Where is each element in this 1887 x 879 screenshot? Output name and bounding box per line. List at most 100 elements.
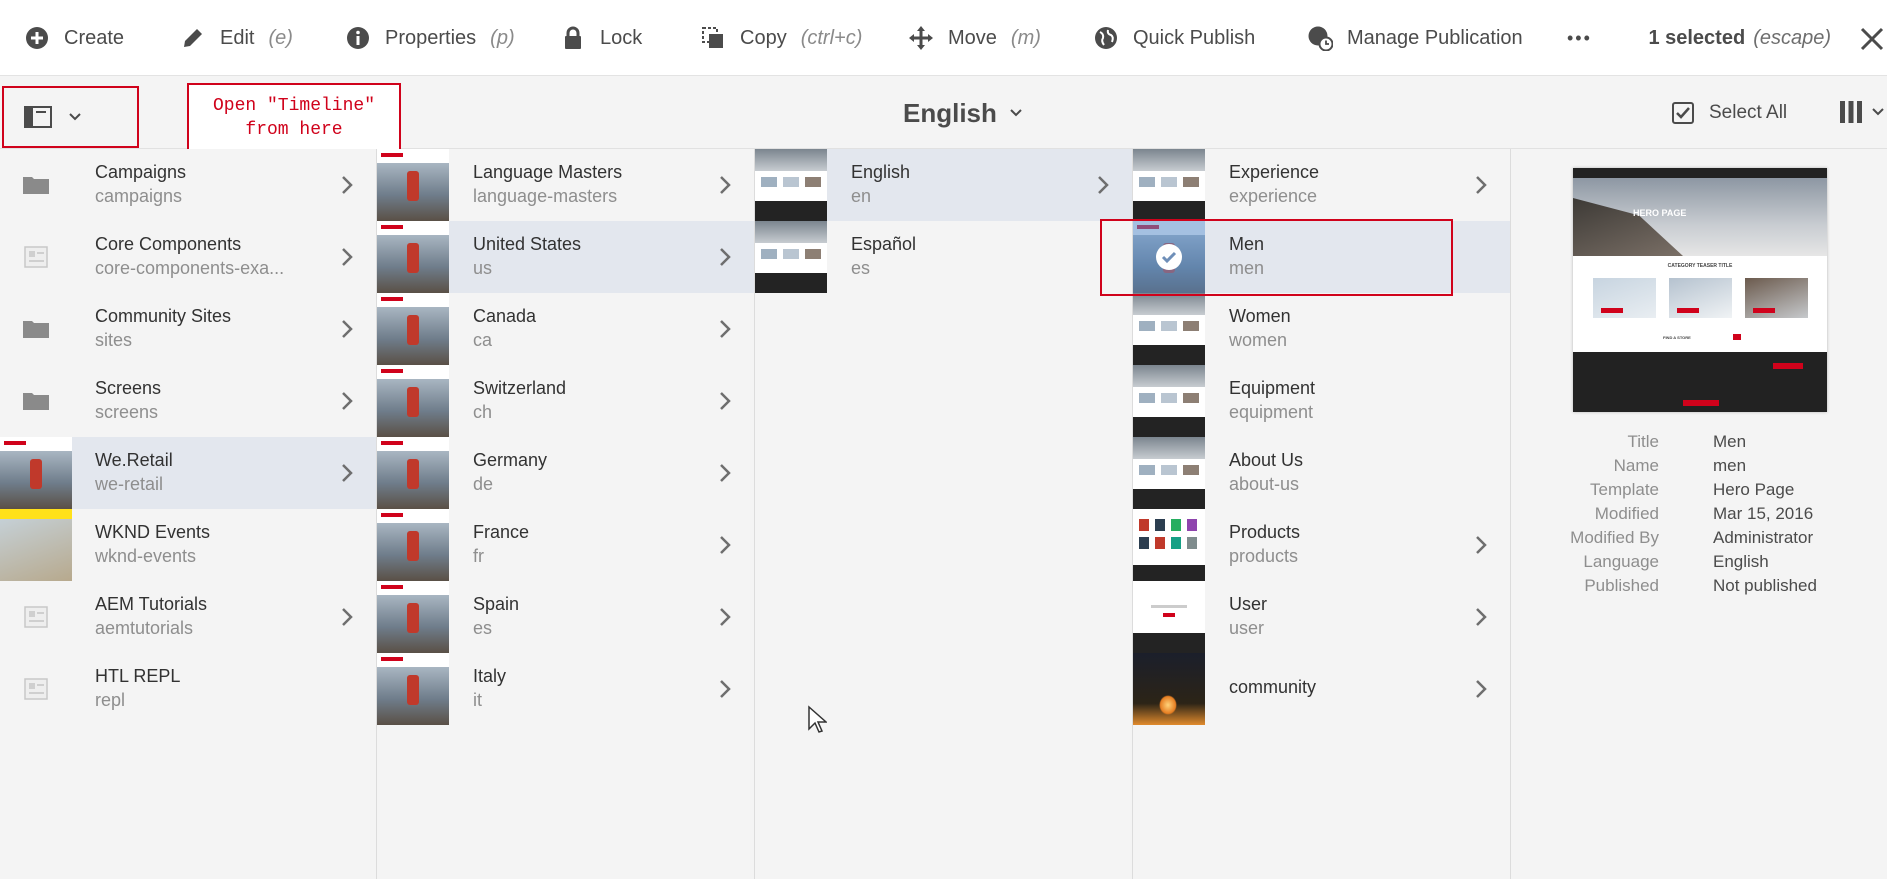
chevron-right-icon[interactable] xyxy=(339,174,355,196)
chevron-right-icon[interactable] xyxy=(717,534,733,556)
more-actions-button[interactable]: ••• xyxy=(1567,0,1592,76)
view-switcher[interactable] xyxy=(1838,99,1884,125)
column-united-states: English en Español es xyxy=(755,149,1133,879)
chevron-down-icon xyxy=(69,113,81,121)
metadata-label: Modified xyxy=(1594,504,1659,523)
item-name: we-retail xyxy=(95,474,164,494)
folder-icon xyxy=(0,365,72,437)
item-name: women xyxy=(1229,330,1288,350)
list-item[interactable]: Campaigns campaigns xyxy=(0,149,376,221)
item-title: Equipment xyxy=(1229,378,1316,398)
checkbox-icon xyxy=(1672,102,1694,124)
rail-toggle-button[interactable] xyxy=(2,86,139,148)
detail-panel: HERO PAGE CATEGORY TEASER TITLE FIND A S… xyxy=(1511,149,1887,879)
item-name: equipment xyxy=(1229,402,1314,422)
chevron-right-icon[interactable] xyxy=(717,606,733,628)
list-item[interactable]: Men men xyxy=(1133,221,1510,293)
list-item[interactable]: France fr xyxy=(377,509,754,581)
globe-icon xyxy=(1093,25,1119,51)
chevron-right-icon[interactable] xyxy=(717,174,733,196)
chevron-down-icon xyxy=(1872,108,1884,116)
chevron-right-icon[interactable] xyxy=(339,318,355,340)
lock-label: Lock xyxy=(600,26,643,49)
chevron-right-icon[interactable] xyxy=(1473,534,1489,556)
list-item[interactable]: Women women xyxy=(1133,293,1510,365)
breadcrumb[interactable]: English xyxy=(903,77,1023,149)
site-thumbnail xyxy=(0,509,72,581)
list-item[interactable]: Screens screens xyxy=(0,365,376,437)
page-thumbnail xyxy=(1133,293,1205,365)
metadata-list: Title Men Name men Template Hero Page Modified… xyxy=(1511,432,1887,600)
quick-publish-button[interactable]: Quick Publish xyxy=(1093,0,1255,76)
column-english: Experience experience Men men Women women Equi… xyxy=(1133,149,1511,879)
metadata-label: Name xyxy=(1613,456,1659,475)
move-button[interactable]: Move (m) xyxy=(908,0,1041,76)
list-item[interactable]: About Us about-us xyxy=(1133,437,1510,509)
list-item[interactable]: Spain es xyxy=(377,581,754,653)
chevron-right-icon[interactable] xyxy=(339,246,355,268)
chevron-right-icon[interactable] xyxy=(717,246,733,268)
create-button[interactable]: Create xyxy=(24,0,124,76)
list-item[interactable]: Experience experience xyxy=(1133,149,1510,221)
copy-button[interactable]: Copy (ctrl+c) xyxy=(700,0,862,76)
page-thumbnail xyxy=(1133,653,1205,725)
list-item[interactable]: Products products xyxy=(1133,509,1510,581)
page-thumbnail xyxy=(755,149,827,221)
item-name: men xyxy=(1229,258,1265,278)
side-panel-icon xyxy=(24,106,52,128)
list-item[interactable]: Italy it xyxy=(377,653,754,725)
list-item[interactable]: We.Retail we-retail xyxy=(0,437,376,509)
chevron-right-icon[interactable] xyxy=(1473,606,1489,628)
list-item[interactable]: English en xyxy=(755,149,1132,221)
move-label: Move xyxy=(948,26,997,49)
close-selection-icon[interactable] xyxy=(1857,24,1887,54)
list-item[interactable]: HTL REPL repl xyxy=(0,653,376,725)
chevron-down-icon xyxy=(1010,109,1022,117)
column-view-icon xyxy=(1840,101,1862,123)
lock-button[interactable]: Lock xyxy=(560,0,642,76)
metadata-label: Template xyxy=(1590,480,1659,499)
chevron-right-icon[interactable] xyxy=(339,606,355,628)
chevron-right-icon[interactable] xyxy=(339,390,355,412)
item-name: experience xyxy=(1229,186,1318,206)
selected-count-label: 1 selected xyxy=(1648,26,1746,49)
metadata-label: Modified By xyxy=(1570,528,1659,547)
list-item[interactable]: Switzerland ch xyxy=(377,365,754,437)
list-item[interactable]: Español es xyxy=(755,221,1132,293)
globe-clock-icon xyxy=(1307,25,1333,51)
edit-button[interactable]: Edit (e) xyxy=(180,0,293,76)
list-item[interactable]: Equipment equipment xyxy=(1133,365,1510,437)
item-name: user xyxy=(1229,618,1265,638)
item-title: Spain xyxy=(473,594,520,614)
chevron-right-icon[interactable] xyxy=(717,390,733,412)
list-item[interactable]: Community Sites sites xyxy=(0,293,376,365)
chevron-right-icon[interactable] xyxy=(717,462,733,484)
list-item[interactable]: WKND Events wknd-events xyxy=(0,509,376,581)
properties-button[interactable]: Properties (p) xyxy=(345,0,515,76)
chevron-right-icon[interactable] xyxy=(717,318,733,340)
item-name: products xyxy=(1229,546,1299,566)
chevron-right-icon[interactable] xyxy=(339,462,355,484)
chevron-right-icon[interactable] xyxy=(1095,174,1111,196)
manage-publication-button[interactable]: Manage Publication xyxy=(1307,0,1523,76)
list-item[interactable]: Germany de xyxy=(377,437,754,509)
preview-hero-text: HERO PAGE xyxy=(1633,208,1687,218)
list-item[interactable]: community xyxy=(1133,653,1510,725)
list-item[interactable]: Core Components core-components-exa... xyxy=(0,221,376,293)
header-bar: Open "Timeline" from here English Select… xyxy=(0,77,1887,151)
metadata-row: Modified Mar 15, 2016 xyxy=(1511,504,1887,528)
select-all-button[interactable]: Select All xyxy=(1671,77,1787,149)
chevron-right-icon[interactable] xyxy=(717,678,733,700)
item-title: United States xyxy=(473,234,582,254)
list-item[interactable]: United States us xyxy=(377,221,754,293)
list-item[interactable]: Language Masters language-masters xyxy=(377,149,754,221)
chevron-right-icon[interactable] xyxy=(1473,678,1489,700)
item-title: community xyxy=(1229,677,1317,697)
item-title: Products xyxy=(1229,522,1301,542)
column-we-retail: Language Masters language-masters United S… xyxy=(377,149,755,879)
list-item[interactable]: Canada ca xyxy=(377,293,754,365)
page-thumbnail xyxy=(1133,437,1205,509)
list-item[interactable]: AEM Tutorials aemtutorials xyxy=(0,581,376,653)
chevron-right-icon[interactable] xyxy=(1473,174,1489,196)
list-item[interactable]: User user xyxy=(1133,581,1510,653)
